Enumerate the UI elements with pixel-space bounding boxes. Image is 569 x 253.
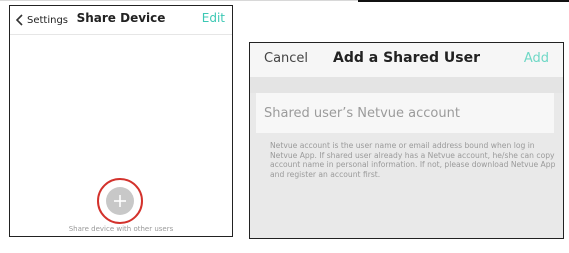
section-spacer <box>250 77 563 93</box>
edit-button[interactable]: Edit <box>202 11 225 25</box>
account-help-text: Netvue account is the user name or email… <box>270 141 556 179</box>
share-device-screen: Settings Share Device Edit Share device … <box>9 5 233 237</box>
header-divider <box>10 34 232 35</box>
add-shared-user-button[interactable] <box>97 178 143 224</box>
dialog-title: Add a Shared User <box>333 50 480 66</box>
page-title: Share Device <box>76 11 166 25</box>
share-device-header: Settings Share Device Edit <box>10 6 232 34</box>
add-button[interactable]: Add <box>524 51 549 66</box>
add-caption: Share device with other users <box>68 225 174 233</box>
plus-icon <box>106 187 134 215</box>
add-shared-user-header: Cancel Add a Shared User Add <box>250 43 563 77</box>
top-divider-accent <box>358 0 569 2</box>
add-shared-user-screen: Cancel Add a Shared User Add Netvue acco… <box>249 42 564 239</box>
account-input[interactable] <box>256 93 554 133</box>
